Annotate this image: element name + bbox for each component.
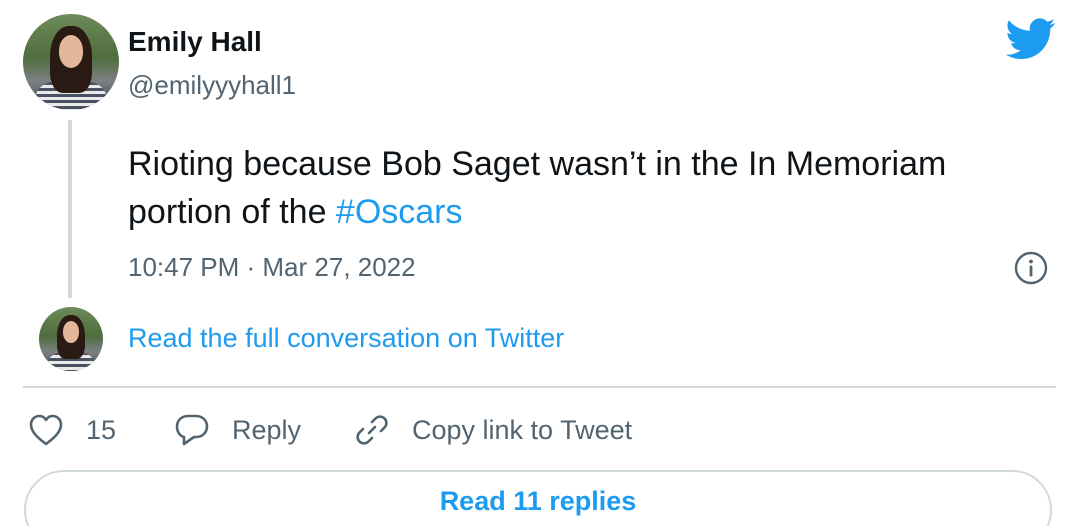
reply-bubble-icon — [174, 413, 210, 447]
tweet-text: Rioting because Bob Saget wasn’t in the … — [128, 140, 988, 236]
reply-button[interactable]: Reply — [174, 408, 301, 452]
info-icon[interactable] — [1014, 251, 1048, 285]
hashtag-link[interactable]: #Oscars — [336, 193, 463, 231]
embedded-tweet-card: Emily Hall @emilyyyhall1 Rioting because… — [0, 0, 1080, 526]
like-button[interactable]: 15 — [28, 408, 116, 452]
link-icon — [354, 412, 390, 448]
thread-connector-line — [68, 120, 72, 298]
read-conversation-link[interactable]: Read the full conversation on Twitter — [128, 323, 564, 354]
tweet-timestamp[interactable]: 10:47 PM · Mar 27, 2022 — [128, 252, 416, 283]
read-replies-button[interactable]: Read 11 replies — [24, 470, 1052, 526]
author-avatar[interactable] — [23, 14, 119, 110]
divider — [23, 386, 1056, 388]
avatar-face — [58, 35, 84, 68]
like-count: 15 — [86, 414, 117, 445]
reply-label: Reply — [232, 414, 302, 445]
conversation-avatar[interactable] — [39, 307, 103, 371]
author-name[interactable]: Emily Hall — [128, 26, 262, 58]
copy-link-label: Copy link to Tweet — [412, 414, 633, 445]
avatar-face — [62, 321, 80, 343]
tweet-body: Rioting because Bob Saget wasn’t in the … — [128, 145, 947, 231]
copy-link-button[interactable]: Copy link to Tweet — [354, 408, 632, 452]
heart-icon — [28, 413, 64, 447]
author-handle[interactable]: @emilyyyhall1 — [128, 70, 296, 101]
twitter-bird-icon[interactable] — [1005, 18, 1056, 60]
